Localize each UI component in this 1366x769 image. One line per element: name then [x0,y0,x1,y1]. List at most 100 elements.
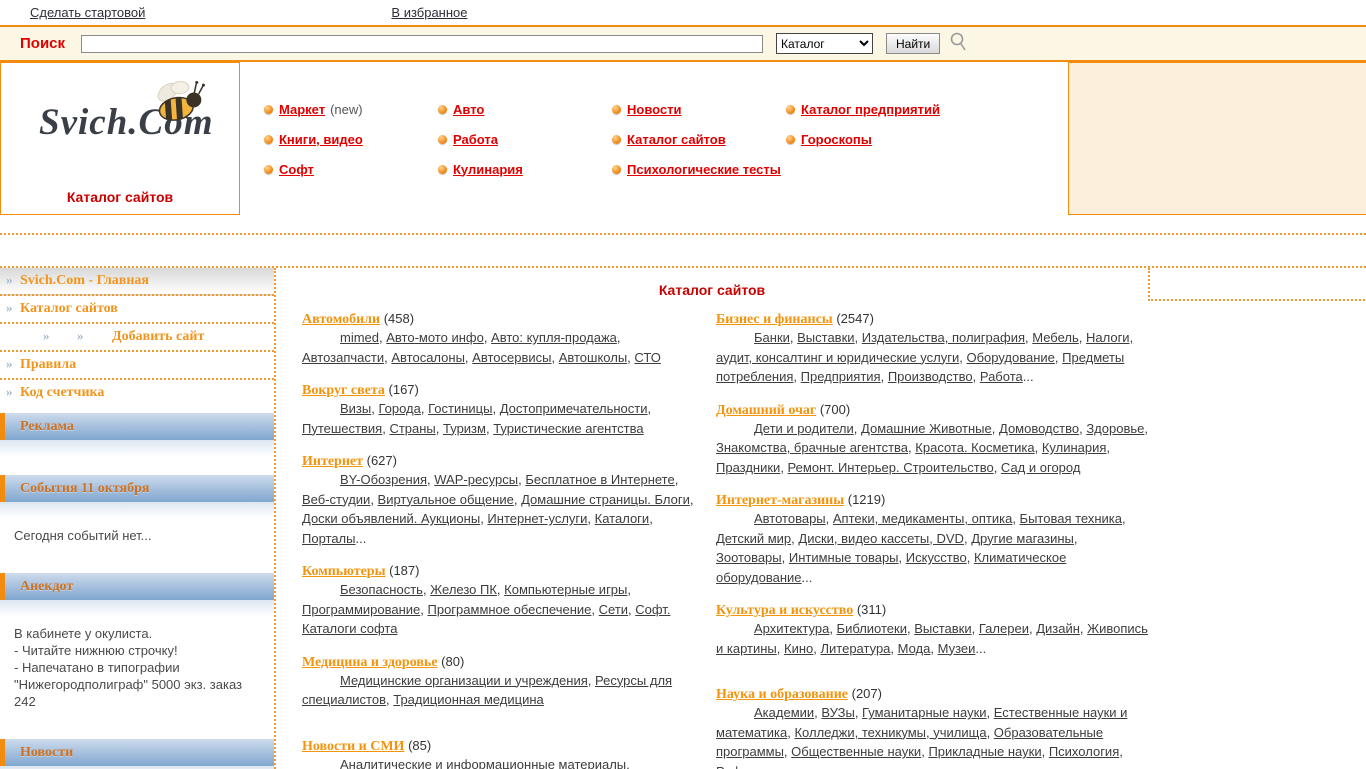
category-title-link[interactable]: Вокруг света [302,383,385,398]
subcategory-link[interactable]: Сад и огород [1001,460,1081,475]
subcategory-link[interactable]: Галереи [979,621,1029,636]
subcategory-link[interactable]: Кулинария [1042,440,1107,455]
subcategory-link[interactable]: Визы [340,401,371,416]
subcategory-link[interactable]: BY-Обозрения [340,472,427,487]
subcategory-link[interactable]: Автосервисы [472,350,551,365]
sidebar-nav-link[interactable]: Правила [20,357,76,372]
subcategory-link[interactable]: Автозапчасти [302,350,384,365]
menu-link[interactable]: Психологические тесты [627,162,781,177]
menu-link[interactable]: Авто [453,102,484,117]
subcategory-link[interactable]: Праздники [716,460,780,475]
subcategory-link[interactable]: Колледжи, техникумы, училища [794,725,986,740]
subcategory-link[interactable]: Академии [754,705,814,720]
subcategory-link[interactable]: Издательства, полиграфия [862,330,1025,345]
menu-item[interactable]: Новости [612,94,786,124]
subcategory-link[interactable]: Компьютерные игры [504,582,627,597]
category-title-link[interactable]: Бизнес и финансы [716,312,833,327]
subcategory-link[interactable]: Аналитические и информационные материалы [340,757,626,769]
menu-link[interactable]: Новости [627,102,682,117]
subcategory-link[interactable]: Библиотеки [837,621,907,636]
subcategory-link[interactable]: Достопримечательности [500,401,648,416]
subcategory-link[interactable]: Страны [389,421,435,436]
subcategory-link[interactable]: Каталоги [595,511,650,526]
subcategory-link[interactable]: Железо ПК [430,582,497,597]
menu-link[interactable]: Софт [279,162,314,177]
sidebar-nav-item[interactable]: »Код счетчика [0,380,274,406]
subcategory-link[interactable]: Автошколы [559,350,627,365]
category-title-link[interactable]: Новости и СМИ [302,739,404,754]
subcategory-link[interactable]: Зоотовары [716,550,782,565]
sidebar-nav-item[interactable]: »Svich.Com - Главная [0,268,274,296]
subcategory-link[interactable]: Порталы [302,531,356,546]
menu-item[interactable]: Авто [438,94,612,124]
subcategory-link[interactable]: Дети и родители [754,421,854,436]
find-button[interactable]: Найти [886,33,940,54]
search-input[interactable] [81,35,763,53]
sidebar-nav-item[interactable]: »»Добавить сайт [0,324,274,352]
subcategory-link[interactable]: Дизайн [1036,621,1080,636]
make-homepage-link[interactable]: Сделать стартовой [30,5,145,20]
subcategory-link[interactable]: Домашние страницы. Блоги [521,492,690,507]
subcategory-link[interactable]: Сети [599,602,628,617]
subcategory-link[interactable]: Ремонт. Интерьер. Строительство [788,460,994,475]
subcategory-link[interactable]: Бесплатное в Интернете [525,472,674,487]
subcategory-link[interactable]: Рефераты [716,764,779,769]
subcategory-link[interactable]: Бытовая техника [1020,511,1122,526]
subcategory-link[interactable]: Авто-мото инфо [386,330,484,345]
menu-link[interactable]: Кулинария [453,162,523,177]
subcategory-link[interactable]: Авто: купля-продажа [491,330,617,345]
subcategory-link[interactable]: Производство [888,369,973,384]
subcategory-link[interactable]: Веб-студии [302,492,370,507]
subcategory-link[interactable]: Знакомства, брачные агентства [716,440,908,455]
menu-item[interactable]: Софт [264,154,438,184]
subcategory-link[interactable]: Города [378,401,420,416]
category-title-link[interactable]: Интернет-магазины [716,493,844,508]
subcategory-link[interactable]: Интернет-услуги [487,511,587,526]
sidebar-nav-link[interactable]: Svich.Com - Главная [20,273,149,288]
subcategory-link[interactable]: Психология [1049,744,1119,759]
subcategory-link[interactable]: Литература [820,641,890,656]
sidebar-nav-item[interactable]: »Каталог сайтов [0,296,274,324]
search-category-select[interactable]: Каталог [776,33,873,54]
subcategory-link[interactable]: Домашние Животные [861,421,992,436]
category-title-link[interactable]: Медицина и здоровье [302,655,438,670]
subcategory-link[interactable]: Гостиницы [428,401,492,416]
subcategory-link[interactable]: Безопасность [340,582,423,597]
subcategory-link[interactable]: Аптеки, медикаменты, оптика [833,511,1012,526]
subcategory-link[interactable]: Выставки [914,621,971,636]
subcategory-link[interactable]: Предприятия [801,369,881,384]
subcategory-link[interactable]: Туризм [443,421,486,436]
sidebar-nav-item[interactable]: »Правила [0,352,274,380]
subcategory-link[interactable]: Путешествия [302,421,382,436]
category-title-link[interactable]: Домашний очаг [716,403,816,418]
menu-item[interactable]: Работа [438,124,612,154]
subcategory-link[interactable]: Домоводство [999,421,1079,436]
subcategory-link[interactable]: Общественные науки [791,744,921,759]
subcategory-link[interactable]: СТО [634,350,660,365]
menu-item[interactable]: Психологические тесты [612,154,786,184]
subcategory-link[interactable]: Выставки [797,330,854,345]
menu-link[interactable]: Каталог предприятий [801,102,940,117]
subcategory-link[interactable]: ВУЗы [821,705,854,720]
menu-link[interactable]: Книги, видео [279,132,363,147]
subcategory-link[interactable]: Музеи [938,641,976,656]
subcategory-link[interactable]: Туристические агентства [493,421,643,436]
subcategory-link[interactable]: Банки [754,330,790,345]
menu-item[interactable]: Книги, видео [264,124,438,154]
subcategory-link[interactable]: Работа [980,369,1023,384]
subcategory-link[interactable]: WAP-ресурсы [434,472,518,487]
category-title-link[interactable]: Наука и образование [716,687,848,702]
menu-link[interactable]: Каталог сайтов [627,132,726,147]
subcategory-link[interactable]: Архитектура [754,621,829,636]
subcategory-link[interactable]: Мода [898,641,931,656]
subcategory-link[interactable]: Оборудование [966,350,1054,365]
menu-item[interactable]: Гороскопы [786,124,940,154]
subcategory-link[interactable]: Кино [784,641,813,656]
subcategory-link[interactable]: Красота. Косметика [915,440,1034,455]
subcategory-link[interactable]: Виртуальное общение [378,492,514,507]
sidebar-nav-link[interactable]: Код счетчика [20,385,104,400]
menu-link[interactable]: Работа [453,132,498,147]
category-title-link[interactable]: Интернет [302,454,363,469]
category-title-link[interactable]: Культура и искусство [716,603,853,618]
subcategory-link[interactable]: Прикладные науки [928,744,1041,759]
